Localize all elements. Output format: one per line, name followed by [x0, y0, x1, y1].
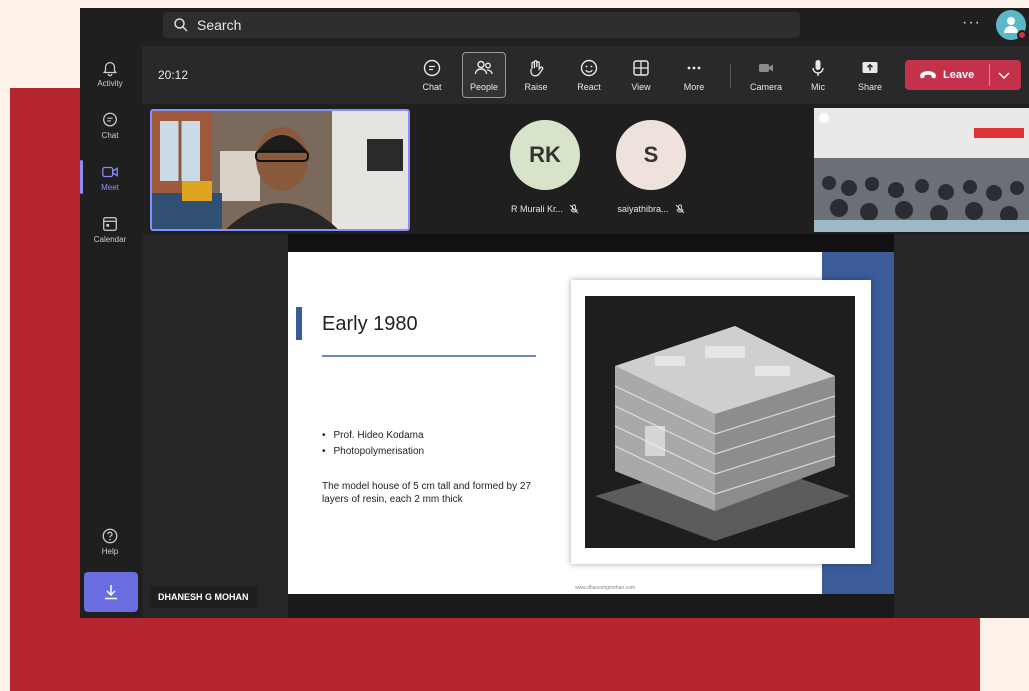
phone-hangup-icon — [920, 71, 936, 79]
meeting-timer: 20:12 — [158, 68, 189, 82]
people-icon — [474, 60, 493, 75]
rail-label-help: Help — [101, 546, 119, 556]
leave-button[interactable]: Leave — [905, 60, 1021, 90]
self-video-feed — [152, 111, 408, 229]
slide-bullet: Prof. Hideo Kodama — [322, 428, 424, 444]
ellipsis-icon — [687, 66, 701, 70]
slide-bullets: Prof. Hideo Kodama Photopolymerisation — [322, 428, 425, 460]
raise-label: Raise — [524, 82, 548, 92]
download-icon — [105, 585, 117, 600]
rail-label-chat: Chat — [101, 130, 119, 140]
rail-label-activity: Activity — [97, 78, 123, 88]
participant-tile-rk[interactable]: RK R Murali Kr... — [510, 120, 580, 214]
top-more-button[interactable]: ··· — [962, 14, 981, 32]
bell-icon — [102, 61, 118, 76]
slide-title: Early 1980 — [322, 313, 418, 335]
stage-left-filler — [142, 234, 288, 618]
participant-name-rk: R Murali Kr... — [511, 204, 579, 214]
participant-avatar-s: S — [616, 120, 686, 190]
raise-hand-button[interactable]: Raise — [514, 52, 558, 98]
video-camera-icon — [102, 166, 118, 177]
leave-divider — [989, 64, 990, 86]
search-input[interactable]: Search — [197, 17, 241, 33]
slide-photo-frame — [571, 280, 871, 564]
teams-window: Search ··· Activity Chat Meet Calendar H… — [80, 8, 1029, 618]
camera-off-icon — [759, 64, 773, 72]
more-label: More — [683, 82, 705, 92]
hand-icon — [530, 60, 544, 77]
view-button[interactable]: View — [619, 52, 663, 98]
mic-button[interactable]: Mic — [796, 52, 840, 98]
search-icon — [174, 18, 188, 32]
rail-item-chat[interactable]: Chat — [80, 100, 140, 150]
slide-title-rule — [322, 355, 536, 357]
slide-footer-url: www.dhaneshgmohan.com — [575, 585, 636, 591]
microphone-icon — [812, 60, 824, 76]
status-dot — [1017, 30, 1027, 40]
calendar-icon — [103, 216, 117, 231]
slide-description: The model house of 5 cm tall and formed … — [322, 481, 532, 505]
grid-icon — [633, 60, 649, 76]
react-label: React — [577, 82, 601, 92]
smiley-icon — [580, 59, 598, 77]
mic-label: Mic — [811, 82, 825, 92]
self-video-tile[interactable] — [150, 109, 410, 231]
mic-muted-icon — [675, 204, 684, 214]
search-box[interactable]: Search — [163, 12, 800, 38]
leave-label: Leave — [943, 69, 975, 81]
participant-avatar-rk: RK — [510, 120, 580, 190]
chat-icon — [103, 112, 117, 126]
participant-name-text: saiyathibra... — [617, 204, 669, 214]
app-rail: Activity Chat Meet Calendar Help — [80, 44, 140, 618]
top-bar: Search ··· — [80, 8, 1029, 44]
people-label: People — [469, 82, 499, 92]
toolbar-divider — [730, 64, 731, 88]
chat-icon — [423, 59, 441, 77]
more-button[interactable]: More — [672, 52, 716, 98]
slide-title-accent — [296, 307, 302, 340]
people-button[interactable]: People — [462, 52, 506, 98]
user-avatar[interactable] — [996, 10, 1027, 40]
share-button[interactable]: Share — [848, 52, 892, 98]
view-label: View — [631, 82, 651, 92]
download-button[interactable] — [84, 572, 138, 612]
rail-item-calendar[interactable]: Calendar — [80, 204, 140, 254]
share-label: Share — [857, 82, 883, 92]
camera-label: Camera — [749, 82, 782, 92]
help-icon — [102, 528, 118, 543]
person-icon — [1004, 17, 1018, 33]
slide-photo-resin-house — [585, 296, 855, 548]
camera-button[interactable]: Camera — [744, 52, 788, 98]
slide-bullet: Photopolymerisation — [322, 444, 425, 460]
presenter-name-tag: DHANESH G MOHAN — [150, 586, 257, 608]
stage-bottom-filler — [288, 594, 894, 618]
room-video-tile[interactable] — [814, 108, 1029, 232]
react-button[interactable]: React — [567, 52, 611, 98]
rail-item-meet[interactable]: Meet — [80, 152, 140, 202]
participant-name-s: saiyathibra... — [617, 204, 684, 214]
chevron-down-icon[interactable] — [997, 69, 1011, 81]
presentation-slide: Early 1980 Prof. Hideo Kodama Photopolym… — [288, 252, 894, 594]
chat-button[interactable]: Chat — [410, 52, 454, 98]
rail-label-meet: Meet — [101, 182, 119, 192]
stage-right-filler — [894, 234, 1029, 618]
meeting-toolbar: 20:12 Chat People Raise React View More — [142, 46, 1029, 104]
chat-label: Chat — [422, 82, 442, 92]
mic-muted-icon — [569, 204, 579, 214]
rail-item-help[interactable]: Help — [80, 516, 140, 566]
rail-item-activity[interactable]: Activity — [80, 48, 140, 98]
room-video-feed — [814, 108, 1029, 232]
participant-tile-s[interactable]: S saiyathibra... — [616, 120, 686, 214]
share-screen-icon — [862, 62, 878, 73]
shared-screen: Early 1980 Prof. Hideo Kodama Photopolym… — [288, 234, 894, 594]
rail-label-calendar: Calendar — [93, 234, 127, 244]
participant-name-text: R Murali Kr... — [510, 204, 563, 214]
